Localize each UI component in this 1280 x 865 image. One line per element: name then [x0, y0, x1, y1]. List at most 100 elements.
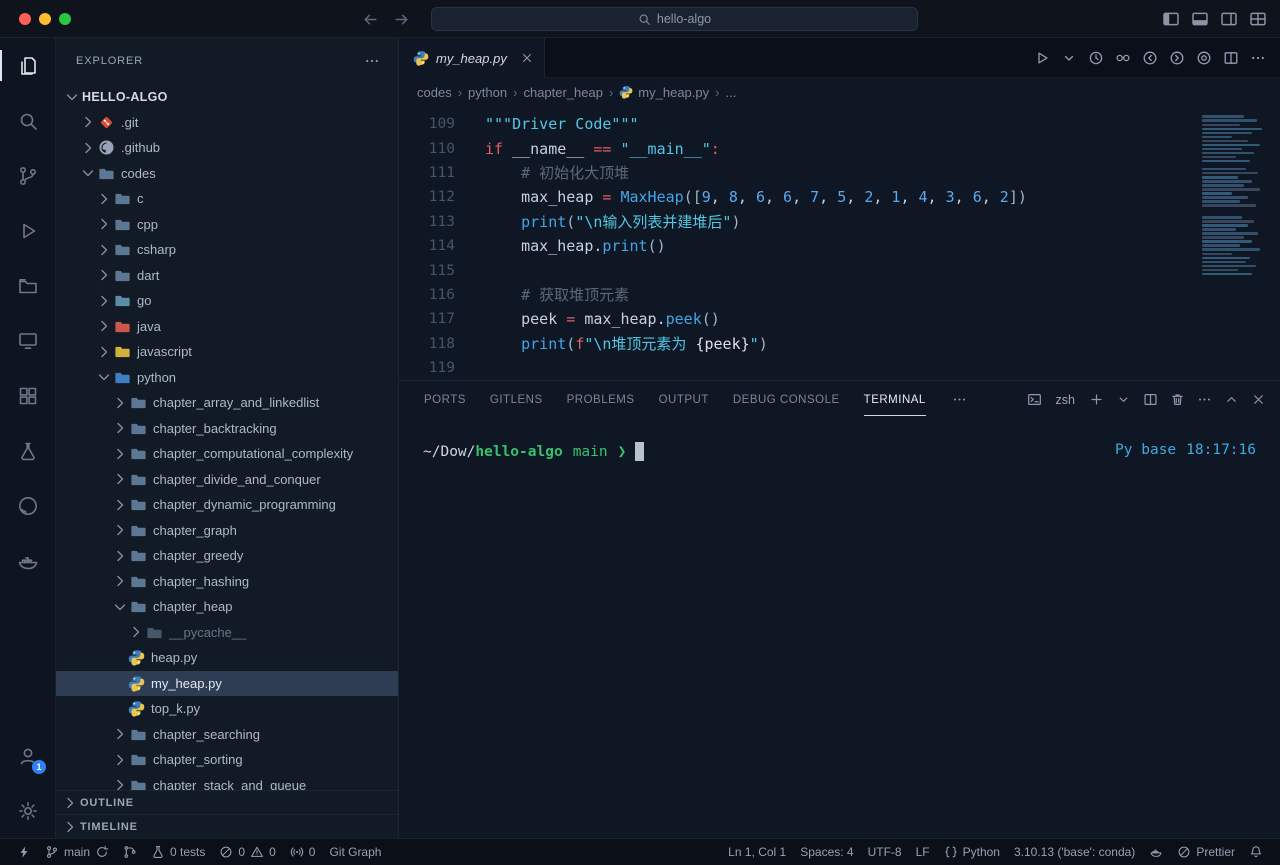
next-change-icon[interactable] [1169, 50, 1185, 66]
tree-item-chapter-backtracking[interactable]: chapter_backtracking [56, 416, 398, 442]
tree-item-chapter-heap[interactable]: chapter_heap [56, 594, 398, 620]
status-encoding[interactable]: UTF-8 [861, 839, 909, 865]
breadcrumb-item[interactable]: chapter_heap [523, 85, 603, 100]
toggle-secondary-sidebar-icon[interactable] [1220, 10, 1238, 28]
tree-item-c[interactable]: c [56, 186, 398, 212]
status-problems[interactable]: 00 [212, 839, 282, 865]
tree-item--pycache-[interactable]: __pycache__ [56, 620, 398, 646]
tree-item-chapter-divide-and-conquer[interactable]: chapter_divide_and_conquer [56, 467, 398, 493]
status-branch[interactable]: main [38, 839, 116, 865]
activity-github[interactable] [0, 478, 55, 533]
tree-item-csharp[interactable]: csharp [56, 237, 398, 263]
tree-item-cpp[interactable]: cpp [56, 212, 398, 238]
terminal[interactable]: ~/Dow/hello-algomain❯ Py base18:17:16 [399, 418, 1280, 838]
more-icon[interactable] [1197, 392, 1212, 407]
close-panel-icon[interactable] [1251, 392, 1266, 407]
status-remote[interactable] [10, 839, 38, 865]
activity-settings[interactable] [0, 783, 55, 838]
tree-item-chapter-hashing[interactable]: chapter_hashing [56, 569, 398, 595]
tree-item-chapter-greedy[interactable]: chapter_greedy [56, 543, 398, 569]
status-indentation[interactable]: Spaces: 4 [793, 839, 860, 865]
previous-change-icon[interactable] [1142, 50, 1158, 66]
history-icon[interactable] [1088, 50, 1104, 66]
outline-section-header[interactable]: OUTLINE [56, 790, 398, 814]
toggle-panel-icon[interactable] [1191, 10, 1209, 28]
activity-source-control[interactable] [0, 148, 55, 203]
status-tests[interactable]: 0 tests [144, 839, 212, 865]
split-editor-icon[interactable] [1223, 50, 1239, 66]
timeline-section-header[interactable]: TIMELINE [56, 814, 398, 838]
activity-testing[interactable] [0, 423, 55, 478]
status-interpreter[interactable]: 3.10.13 ('base': conda) [1007, 839, 1142, 865]
activity-remote-explorer[interactable] [0, 313, 55, 368]
navigate-forward-icon[interactable] [393, 11, 410, 28]
status-cursor-position[interactable]: Ln 1, Col 1 [721, 839, 793, 865]
status-notifications[interactable] [1242, 839, 1270, 865]
panel-tab-ports[interactable]: PORTS [424, 383, 466, 416]
status-ports[interactable]: 0 [283, 839, 323, 865]
tree-item-chapter-sorting[interactable]: chapter_sorting [56, 747, 398, 773]
tree-item-chapter-stack-and-queue[interactable]: chapter_stack_and_queue [56, 773, 398, 791]
activity-run-debug[interactable] [0, 203, 55, 258]
tab-my-heap-py[interactable]: my_heap.py [399, 38, 545, 78]
gitlens-icon[interactable] [1196, 50, 1212, 66]
run-dropdown-icon[interactable] [1061, 50, 1077, 66]
minimize-window-button[interactable] [39, 13, 51, 25]
breadcrumb-item[interactable]: python [468, 85, 507, 100]
tree-item-java[interactable]: java [56, 314, 398, 340]
tree-item-heap-py[interactable]: heap.py [56, 645, 398, 671]
tree-item-chapter-array-and-linkedlist[interactable]: chapter_array_and_linkedlist [56, 390, 398, 416]
tree-item-dart[interactable]: dart [56, 263, 398, 289]
minimap[interactable] [1198, 114, 1276, 277]
toggle-primary-sidebar-icon[interactable] [1162, 10, 1180, 28]
tree-item-codes[interactable]: codes [56, 161, 398, 187]
panel-tab-output[interactable]: OUTPUT [659, 383, 709, 416]
tree-item--git[interactable]: .git [56, 110, 398, 136]
tree-item-python[interactable]: python [56, 365, 398, 391]
activity-search[interactable] [0, 93, 55, 148]
status-git-graph[interactable]: Git Graph [322, 839, 388, 865]
tree-item-top-k-py[interactable]: top_k.py [56, 696, 398, 722]
more-icon[interactable] [1250, 50, 1266, 66]
activity-explorer[interactable] [0, 38, 55, 93]
open-changes-icon[interactable] [1115, 50, 1131, 66]
tree-item--github[interactable]: .github [56, 135, 398, 161]
activity-accounts[interactable]: 1 [0, 728, 55, 783]
activity-extensions[interactable] [0, 368, 55, 423]
status-language-mode[interactable]: Python [937, 839, 1007, 865]
tree-item-chapter-dynamic-programming[interactable]: chapter_dynamic_programming [56, 492, 398, 518]
status-commit-graph[interactable] [116, 839, 144, 865]
tree-item-javascript[interactable]: javascript [56, 339, 398, 365]
breadcrumb-item[interactable]: codes [417, 85, 452, 100]
new-terminal-icon[interactable] [1089, 392, 1104, 407]
split-terminal-icon[interactable] [1143, 392, 1158, 407]
active-shell-label[interactable]: zsh [1056, 393, 1075, 407]
command-center-search[interactable]: hello-algo [431, 7, 918, 31]
panel-tab-problems[interactable]: PROBLEMS [567, 383, 635, 416]
status-prettier[interactable]: Prettier [1170, 839, 1242, 865]
maximize-panel-icon[interactable] [1224, 392, 1239, 407]
tree-item-chapter-graph[interactable]: chapter_graph [56, 518, 398, 544]
more-actions-icon[interactable] [364, 53, 380, 69]
terminal-dropdown-icon[interactable] [1116, 392, 1131, 407]
tree-root-hello-algo[interactable]: HELLO-ALGO [56, 84, 398, 110]
activity-folders[interactable] [0, 258, 55, 313]
tree-item-my-heap-py[interactable]: my_heap.py [56, 671, 398, 697]
breadcrumb-item[interactable]: ... [725, 85, 736, 100]
tree-item-chapter-searching[interactable]: chapter_searching [56, 722, 398, 748]
maximize-window-button[interactable] [59, 13, 71, 25]
activity-docker[interactable] [0, 533, 55, 588]
customize-layout-icon[interactable] [1249, 10, 1267, 28]
run-icon[interactable] [1034, 50, 1050, 66]
status-eol[interactable]: LF [909, 839, 937, 865]
navigate-back-icon[interactable] [362, 11, 379, 28]
status-container[interactable] [1142, 839, 1170, 865]
tree-item-chapter-computational-complexity[interactable]: chapter_computational_complexity [56, 441, 398, 467]
close-tab-icon[interactable] [520, 51, 534, 65]
panel-tab-terminal[interactable]: TERMINAL [864, 383, 926, 416]
tree-item-go[interactable]: go [56, 288, 398, 314]
panel-tab-gitlens[interactable]: GITLENS [490, 383, 543, 416]
editor-code-area[interactable]: 109"""Driver Code"""110if __name__ == "_… [399, 106, 1280, 380]
more-icon[interactable] [952, 392, 967, 407]
kill-terminal-icon[interactable] [1170, 392, 1185, 407]
